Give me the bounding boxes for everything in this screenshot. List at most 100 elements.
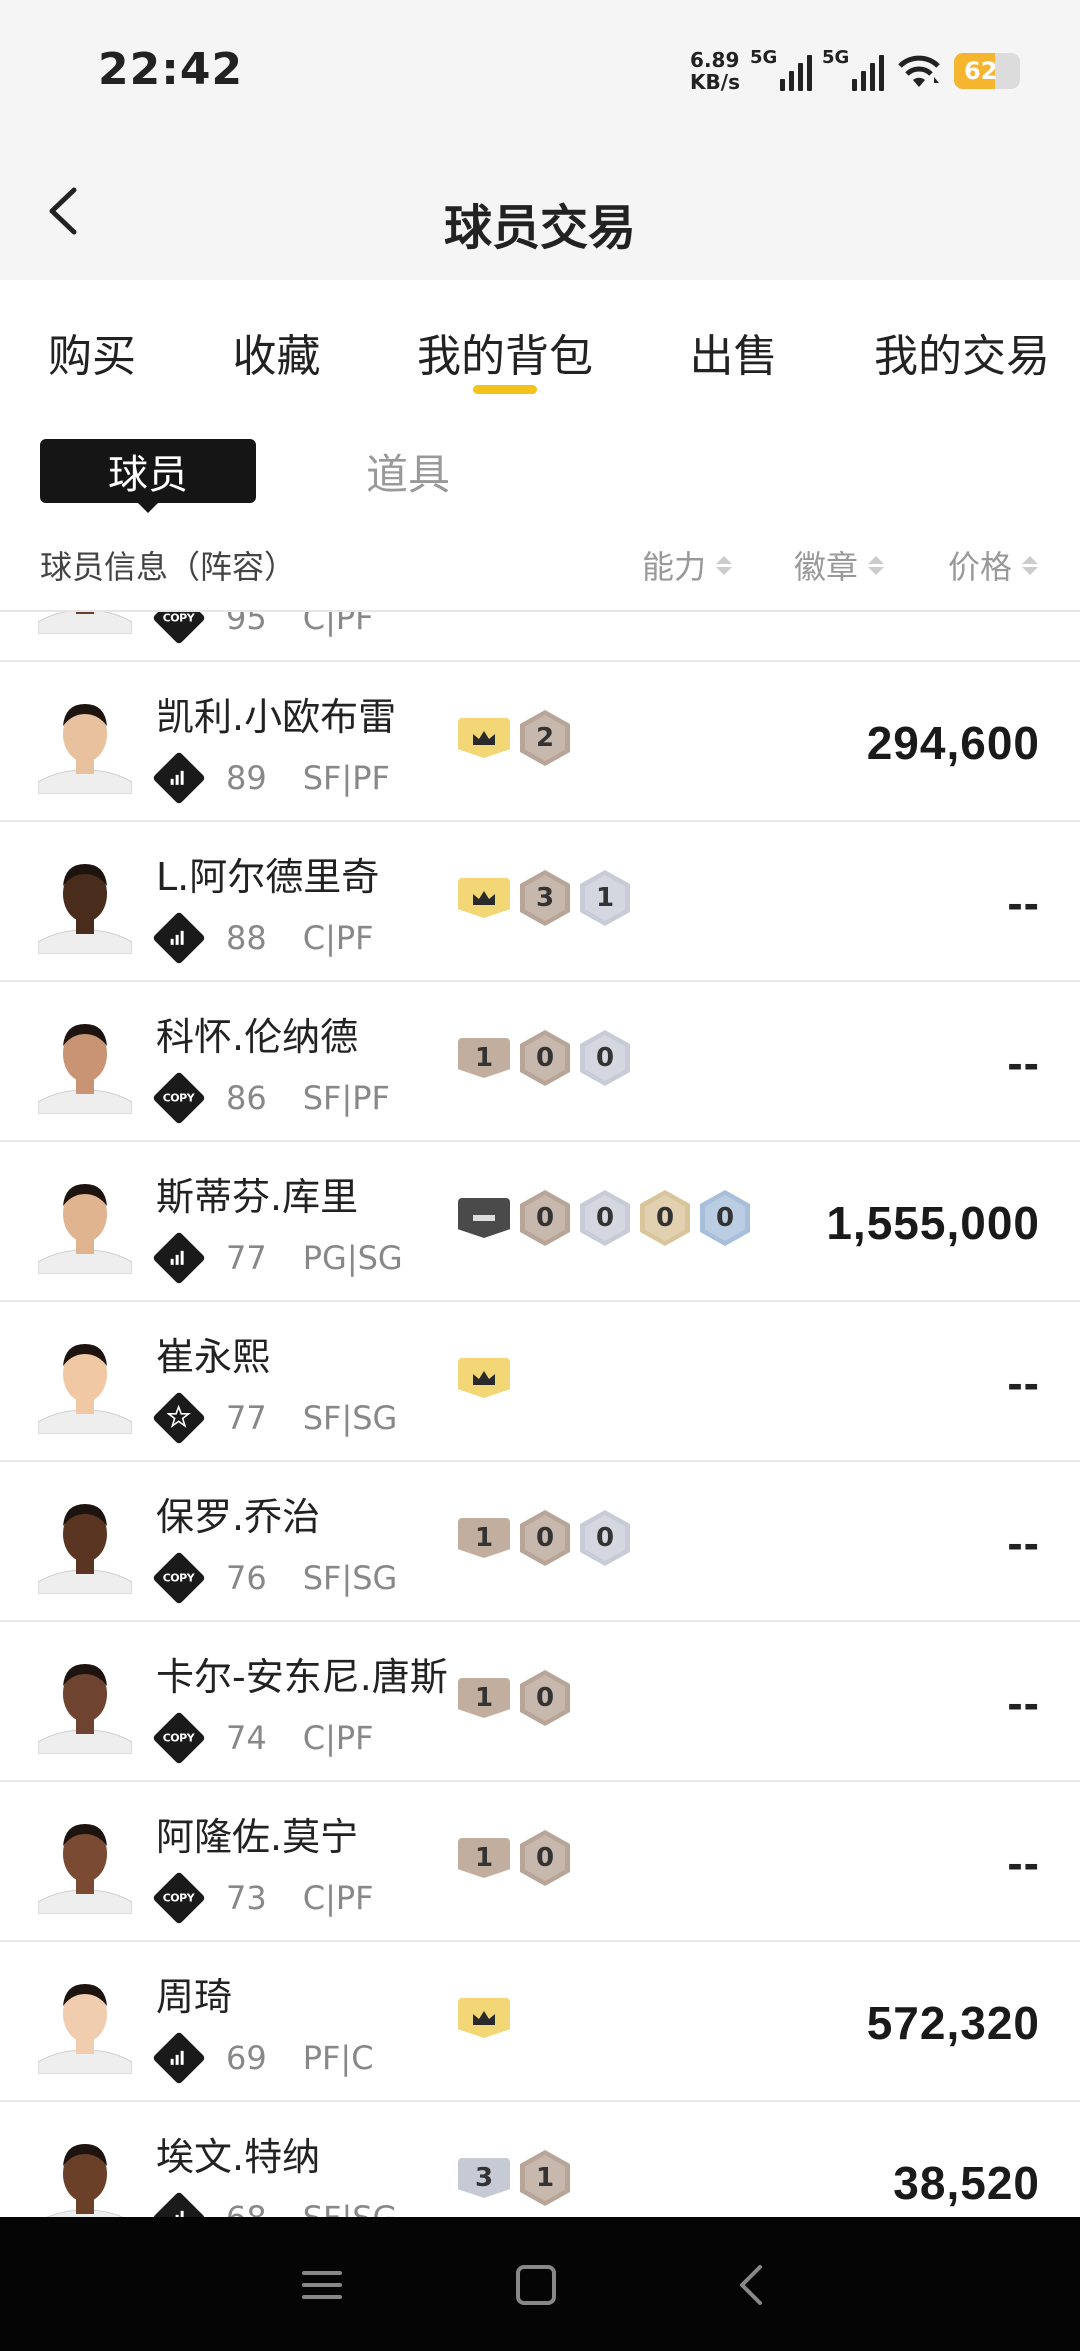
sort-arrows-icon bbox=[716, 555, 733, 575]
signal-icon: 5G bbox=[822, 47, 884, 91]
player-row[interactable]: 科怀.伦纳德 COPY 86 SF|PF 1 0 0 -- bbox=[0, 982, 1080, 1142]
player-tokens: 1 0 0 bbox=[458, 1508, 630, 1568]
badge-count-label: 0 bbox=[715, 1203, 735, 1233]
player-name: 保罗.乔治 bbox=[156, 1495, 321, 1539]
player-row[interactable]: COPY 95 C|PF bbox=[0, 612, 1080, 662]
player-row[interactable]: L.阿尔德里奇 88 C|PF 3 1 -- bbox=[0, 822, 1080, 982]
copy-badge-icon: COPY bbox=[152, 1871, 206, 1925]
player-rating: 89 bbox=[226, 759, 267, 797]
player-meta: COPY 74 C|PF bbox=[152, 1711, 374, 1765]
badge-count-hex: 0 bbox=[700, 1190, 750, 1246]
tab-favorites[interactable]: 收藏 bbox=[233, 282, 321, 412]
player-price: -- bbox=[1007, 1517, 1040, 1569]
player-row[interactable]: 斯蒂芬.库里 77 PG|SG 0 0 0 0 1,555,000 bbox=[0, 1142, 1080, 1302]
player-rating: 86 bbox=[226, 1079, 267, 1117]
player-row[interactable]: 卡尔-安东尼.唐斯 COPY 74 C|PF 1 0 -- bbox=[0, 1622, 1080, 1782]
player-tokens: 2 bbox=[458, 708, 570, 768]
player-avatar bbox=[38, 1490, 132, 1594]
player-price: 38,520 bbox=[893, 2157, 1040, 2209]
player-rating: 76 bbox=[226, 1559, 267, 1597]
player-position: PG|SG bbox=[302, 1239, 403, 1277]
sort-badges[interactable]: 徽章 bbox=[794, 542, 885, 588]
badge-count-label: 0 bbox=[595, 1203, 615, 1233]
player-tokens: 31 bbox=[458, 2148, 570, 2208]
badge-count-hex: 3 bbox=[520, 870, 570, 926]
player-row[interactable]: 埃文.特纳68SF|SG3138,520 bbox=[0, 2102, 1080, 2217]
battery-icon: 62 bbox=[954, 53, 1020, 89]
sort-price[interactable]: 价格 bbox=[948, 542, 1039, 588]
player-rating: 77 bbox=[226, 1239, 267, 1277]
sort-ability[interactable]: 能力 bbox=[642, 542, 733, 588]
player-price: 1,555,000 bbox=[826, 1197, 1040, 1249]
page-header: 球员交易 bbox=[0, 140, 1080, 280]
badge-count-hex: 1 bbox=[580, 870, 630, 926]
sort-badges-label: 徽章 bbox=[794, 548, 859, 586]
player-row[interactable]: 凯利.小欧布雷 89 SF|PF 2 294,600 bbox=[0, 662, 1080, 822]
player-position: SF|SG bbox=[302, 1399, 398, 1437]
player-name: 埃文.特纳 bbox=[156, 2135, 321, 2179]
menu-icon[interactable] bbox=[292, 2255, 352, 2315]
player-name: 斯蒂芬.库里 bbox=[156, 1175, 359, 1219]
signal-label: 5G bbox=[822, 47, 850, 68]
player-meta: 77 PG|SG bbox=[152, 1231, 403, 1285]
player-avatar bbox=[38, 2130, 132, 2217]
player-rows: COPY 95 C|PF 凯利.小欧布雷 89 SF|PF 2 294,600 L.阿尔德里奇 8… bbox=[0, 612, 1080, 2217]
player-rating: 77 bbox=[226, 1399, 267, 1437]
level-shield-label: 1 bbox=[474, 1523, 494, 1553]
main-tabs: 购买 收藏 我的背包 出售 我的交易 bbox=[0, 282, 1080, 412]
player-avatar bbox=[38, 1650, 132, 1754]
net-speed-unit: KB/s bbox=[690, 70, 740, 94]
player-position: SF|SG bbox=[303, 2199, 398, 2217]
crown-icon bbox=[458, 878, 510, 918]
crown-icon bbox=[458, 718, 510, 758]
badge-count-label: 0 bbox=[535, 1683, 555, 1713]
sort-ability-label: 能力 bbox=[642, 548, 707, 586]
badge-count-hex: 0 bbox=[520, 1190, 570, 1246]
page-title: 球员交易 bbox=[443, 200, 636, 256]
player-tokens bbox=[458, 1348, 510, 1408]
player-row[interactable]: 阿隆佐.莫宁 COPY 73 C|PF 1 0 -- bbox=[0, 1782, 1080, 1942]
badge-count-label: 3 bbox=[535, 883, 555, 913]
player-tokens: 0 0 0 0 bbox=[458, 1188, 750, 1248]
subtab-items[interactable]: 道具 bbox=[366, 441, 450, 502]
player-tokens: 10 bbox=[458, 1668, 570, 1728]
tab-buy[interactable]: 购买 bbox=[48, 282, 136, 412]
badge-count-hex: 2 bbox=[520, 710, 570, 766]
sub-tabs: 球员 道具 bbox=[40, 438, 450, 513]
signal-label: 5G bbox=[750, 47, 778, 68]
level-shield-label: 1 bbox=[474, 1043, 494, 1073]
column-player-info: 球员信息（阵容） bbox=[40, 548, 297, 586]
tab-my-backpack[interactable]: 我的背包 bbox=[417, 282, 593, 412]
player-avatar bbox=[38, 1330, 132, 1434]
player-name: 卡尔-安东尼.唐斯 bbox=[156, 1655, 448, 1699]
player-row[interactable]: 周琦 69 PF|C 572,320 bbox=[0, 1942, 1080, 2102]
signal-icon: 5G bbox=[750, 47, 812, 91]
player-meta: 88 C|PF bbox=[152, 911, 374, 965]
home-square-icon[interactable] bbox=[506, 2255, 566, 2315]
badge-count-hex: 0 bbox=[520, 1510, 570, 1566]
player-list[interactable]: COPY 95 C|PF 凯利.小欧布雷 89 SF|PF 2 294,600 L.阿尔德里奇 8… bbox=[0, 612, 1080, 2217]
level-shield: 1 bbox=[458, 1838, 510, 1878]
status-icons: 6.89 KB/s 5G 5G 62 bbox=[690, 46, 1020, 96]
player-rating: 69 bbox=[226, 2039, 267, 2077]
player-price: -- bbox=[1007, 1037, 1040, 1089]
badge-count-hex: 0 bbox=[520, 1670, 570, 1726]
sort-arrows-icon bbox=[868, 555, 885, 575]
level-shield-label: 1 bbox=[474, 1843, 494, 1873]
badge-count-label: 1 bbox=[535, 2163, 555, 2193]
player-row[interactable]: 保罗.乔治 COPY 76 SF|SG 1 0 0 -- bbox=[0, 1462, 1080, 1622]
tab-sell[interactable]: 出售 bbox=[690, 282, 778, 412]
column-header: 球员信息（阵容） 能力 徽章 价格 bbox=[0, 532, 1080, 612]
player-avatar bbox=[38, 690, 132, 794]
subtab-players[interactable]: 球员 bbox=[40, 439, 256, 513]
badge-count-label: 2 bbox=[535, 723, 555, 753]
player-avatar bbox=[38, 850, 132, 954]
player-row[interactable]: 崔永熙 77 SF|SG -- bbox=[0, 1302, 1080, 1462]
player-name: 崔永熙 bbox=[156, 1335, 271, 1379]
back-icon[interactable] bbox=[722, 2255, 782, 2315]
app-root: 22:42 6.89 KB/s 5G 5G 62 球员交易 购买 收藏 我的背包… bbox=[0, 0, 1080, 2351]
player-tokens: 31 bbox=[458, 868, 630, 928]
player-position: PF|C bbox=[302, 2039, 374, 2077]
tab-my-trades[interactable]: 我的交易 bbox=[874, 282, 1050, 412]
wifi-icon bbox=[898, 55, 940, 87]
